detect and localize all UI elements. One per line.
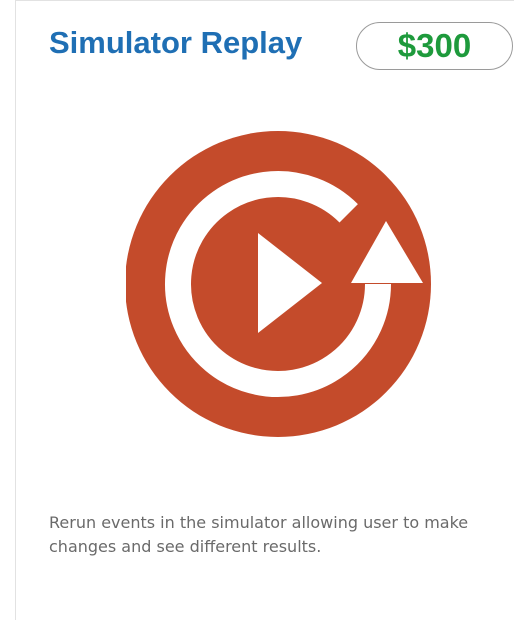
replay-play-icon bbox=[126, 131, 431, 437]
product-card[interactable]: Simulator Replay $300 Rerun events in th… bbox=[15, 0, 514, 620]
product-title: Simulator Replay bbox=[49, 25, 303, 60]
price-badge: $300 bbox=[356, 22, 513, 70]
product-description: Rerun events in the simulator allowing u… bbox=[49, 513, 469, 556]
